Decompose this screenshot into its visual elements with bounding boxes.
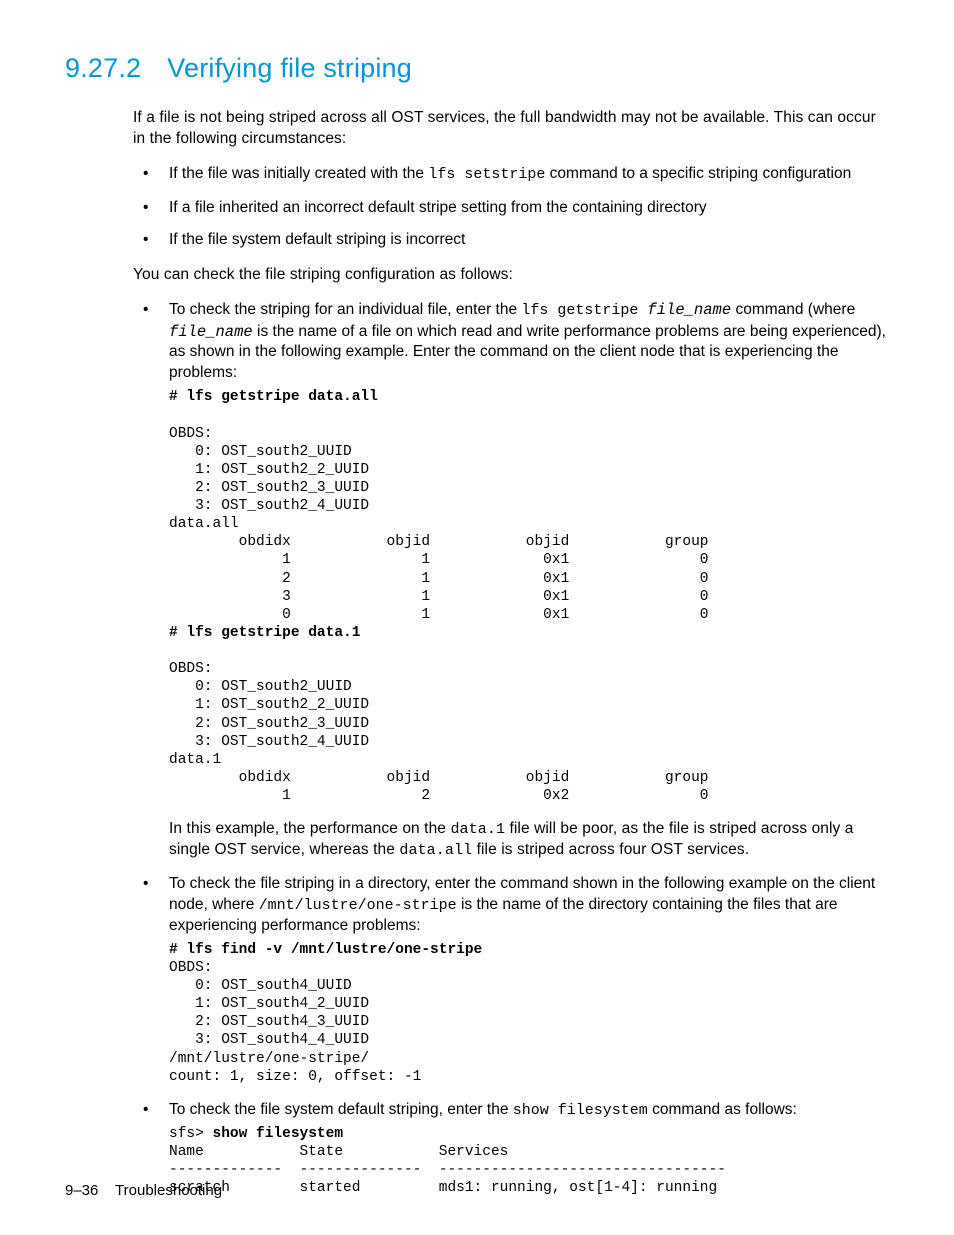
list-item: If the file system default striping is i… bbox=[133, 230, 889, 251]
inline-code-italic: file_name bbox=[647, 301, 731, 319]
inline-code: lfs getstripe bbox=[521, 302, 647, 319]
code-block: # lfs getstripe data.all OBDS: 0: OST_so… bbox=[169, 388, 889, 805]
text: command (where bbox=[731, 301, 855, 318]
list-item: To check the file system default stripin… bbox=[133, 1100, 889, 1198]
code-output: OBDS: 0: OST_south2_UUID 1: OST_south2_2… bbox=[169, 426, 709, 623]
code-command: # lfs getstripe data.all bbox=[169, 389, 378, 405]
text: In this example, the performance on the bbox=[169, 820, 450, 837]
check-intro: You can check the file striping configur… bbox=[133, 265, 889, 286]
code-output: Name State Services ------------- ------… bbox=[169, 1144, 726, 1196]
list-item: If a file inherited an incorrect default… bbox=[133, 198, 889, 219]
text: file is striped across four OST services… bbox=[472, 841, 749, 858]
list-item: If the file was initially created with t… bbox=[133, 164, 889, 185]
inline-code: /mnt/lustre/one-stripe bbox=[259, 897, 457, 914]
text: To check the file system default stripin… bbox=[169, 1101, 513, 1118]
code-command: # lfs getstripe data.1 bbox=[169, 625, 360, 641]
code-block: sfs> show filesystem Name State Services… bbox=[169, 1125, 889, 1198]
code-output: OBDS: 0: OST_south4_UUID 1: OST_south4_2… bbox=[169, 960, 421, 1085]
inline-code: data.1 bbox=[450, 821, 505, 838]
footer-label: Troubleshooting bbox=[115, 1182, 222, 1199]
text: command as follows: bbox=[648, 1101, 797, 1118]
text: To check the striping for an individual … bbox=[169, 301, 521, 318]
code-command: # lfs find -v /mnt/lustre/one-stripe bbox=[169, 942, 482, 958]
section-title-text: Verifying file striping bbox=[167, 53, 412, 83]
intro-paragraph: If a file is not being striped across al… bbox=[133, 108, 889, 150]
text: If the file was initially created with t… bbox=[169, 165, 428, 182]
inline-code-italic: file_name bbox=[169, 323, 253, 341]
section-number: 9.27.2 bbox=[65, 50, 141, 86]
code-output: OBDS: 0: OST_south2_UUID 1: OST_south2_2… bbox=[169, 661, 709, 804]
inline-code: lfs setstripe bbox=[428, 166, 545, 183]
inline-code: data.all bbox=[399, 842, 472, 859]
steps-list: To check the striping for an individual … bbox=[133, 300, 889, 1197]
section-heading: 9.27.2 Verifying file striping bbox=[65, 50, 889, 86]
text: is the name of a file on which read and … bbox=[169, 323, 886, 382]
example-explanation: In this example, the performance on the … bbox=[169, 819, 889, 862]
circumstances-list: If the file was initially created with t… bbox=[133, 164, 889, 251]
code-command: show filesystem bbox=[213, 1126, 344, 1142]
page-footer: 9–36 Troubleshooting bbox=[65, 1181, 222, 1201]
page-number: 9–36 bbox=[65, 1182, 98, 1199]
inline-code: show filesystem bbox=[513, 1102, 648, 1119]
list-item: To check the striping for an individual … bbox=[133, 300, 889, 861]
list-item: To check the file striping in a director… bbox=[133, 874, 889, 1086]
code-prompt: sfs> bbox=[169, 1126, 213, 1142]
text: command to a specific striping configura… bbox=[545, 165, 851, 182]
code-block: # lfs find -v /mnt/lustre/one-stripe OBD… bbox=[169, 941, 889, 1086]
